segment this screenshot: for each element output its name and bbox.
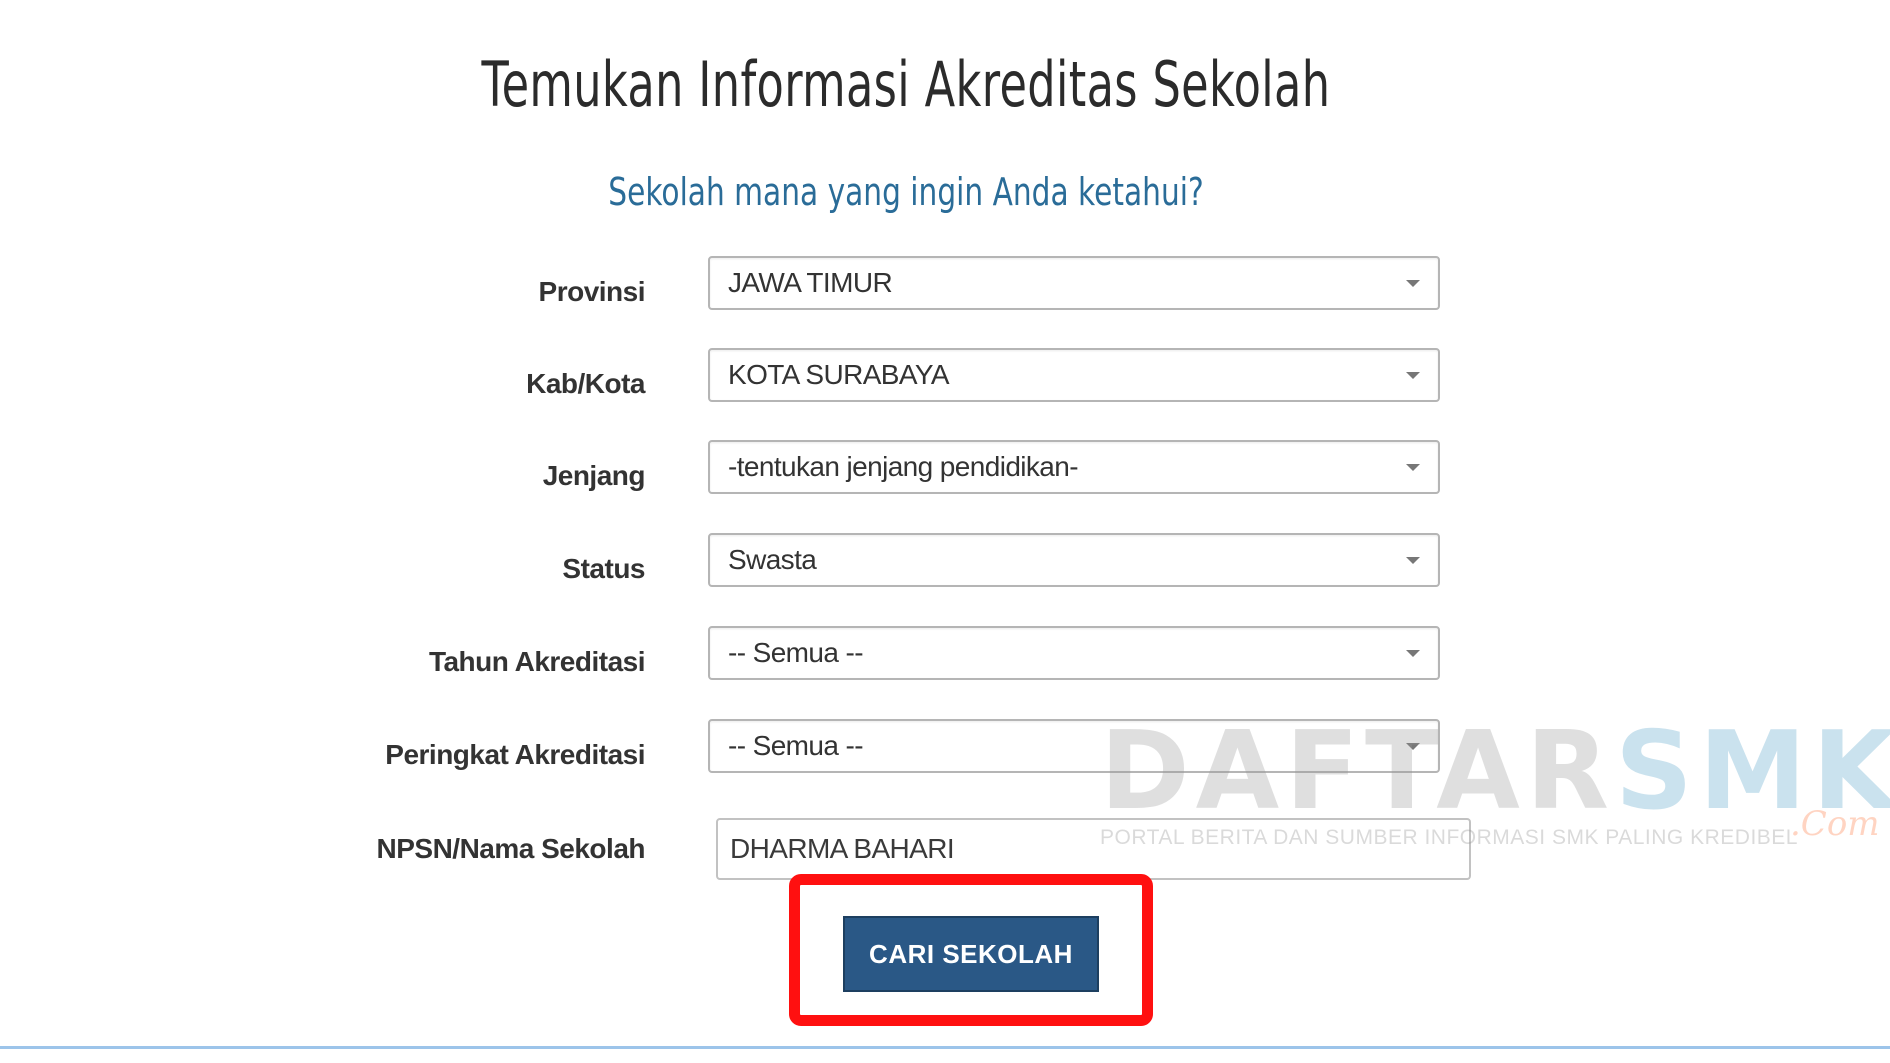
provinsi-label: Provinsi [538, 276, 646, 307]
tahun-akreditasi-select-value: -- Semua -- [728, 637, 864, 668]
npsn-input[interactable]: DHARMA BAHARI [716, 818, 1471, 880]
caret-down-icon [1406, 557, 1420, 564]
caret-down-icon [1406, 372, 1420, 379]
kabkota-select[interactable]: KOTA SURABAYA [708, 348, 1440, 402]
tahun-akreditasi-label: Tahun Akreditasi [428, 646, 646, 677]
tahun-akreditasi-select[interactable]: -- Semua -- [708, 626, 1440, 680]
search-school-button[interactable]: CARI SEKOLAH [843, 916, 1099, 992]
jenjang-select-value: -tentukan jenjang pendidikan- [728, 451, 1079, 482]
page-title: Temukan Informasi Akreditas Sekolah [481, 48, 1331, 121]
jenjang-select[interactable]: -tentukan jenjang pendidikan- [708, 440, 1440, 494]
npsn-input-value: DHARMA BAHARI [730, 833, 955, 864]
watermark-suffix: .Com [1790, 804, 1880, 844]
caret-down-icon [1406, 650, 1420, 657]
watermark-brand-smk: SMK [1615, 709, 1890, 834]
status-select-value: Swasta [728, 544, 817, 575]
peringkat-akreditasi-select[interactable]: -- Semua -- [708, 719, 1440, 773]
search-page: Temukan Informasi Akreditas Sekolah Seko… [0, 0, 1890, 1063]
caret-down-icon [1406, 743, 1420, 750]
peringkat-akreditasi-select-value: -- Semua -- [728, 730, 864, 761]
jenjang-label: Jenjang [542, 460, 646, 491]
provinsi-select[interactable]: JAWA TIMUR [708, 256, 1440, 310]
status-select[interactable]: Swasta [708, 533, 1440, 587]
page-subtitle: Sekolah mana yang ingin Anda ketahui? [608, 170, 1204, 214]
caret-down-icon [1406, 280, 1420, 287]
bottom-divider [0, 1046, 1890, 1049]
caret-down-icon [1406, 464, 1420, 471]
kabkota-label: Kab/Kota [526, 368, 645, 399]
status-label: Status [562, 553, 645, 584]
peringkat-akreditasi-label: Peringkat Akreditasi [385, 739, 645, 770]
provinsi-select-value: JAWA TIMUR [728, 267, 893, 298]
kabkota-select-value: KOTA SURABAYA [728, 359, 950, 390]
npsn-label: NPSN/Nama Sekolah [376, 833, 646, 864]
